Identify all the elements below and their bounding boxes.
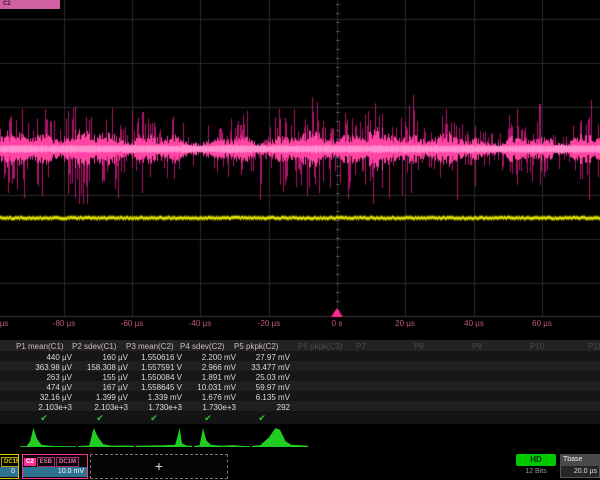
measure-value: 6.135 mV — [234, 393, 290, 402]
status-check-icon: ✔ — [180, 413, 236, 424]
measure-value: 1.730e+3 — [126, 403, 182, 412]
measure-value: 1.550084 V — [126, 373, 182, 382]
measure-value: 27.97 mV — [234, 353, 290, 362]
channel-descriptor-c1[interactable]: DC1M 0 mV — [0, 454, 19, 479]
measure-header[interactable]: P3 mean(C2) — [126, 342, 182, 351]
waveform-grid[interactable] — [0, 0, 600, 318]
status-check-icon: ✔ — [126, 413, 182, 424]
histicon[interactable] — [136, 426, 192, 448]
hd-mode-badge[interactable]: HD — [516, 454, 556, 466]
c1-coupling-badge: DC1M — [1, 457, 19, 467]
c2-eres-badge: ESB — [37, 457, 55, 467]
measure-header-unused: P8 — [414, 342, 470, 351]
c2-coupling-badge: DC1M — [56, 457, 79, 467]
axis-tick-label: -100 µs — [0, 319, 8, 328]
measure-value: 32.16 µV — [16, 393, 72, 402]
measure-value: 2.103e+3 — [72, 403, 128, 412]
add-trace-button[interactable]: + — [90, 454, 228, 479]
oscilloscope-screen: C2 -100 µs -80 µs -60 µs -40 µs -20 µs 0 s 20 … — [0, 0, 600, 480]
axis-tick-label: 60 µs — [532, 319, 552, 328]
trace-label[interactable]: C2 — [0, 0, 60, 9]
measure-value: 2.103e+3 — [16, 403, 72, 412]
measure-value: 363.98 µV — [16, 363, 72, 372]
status-check-icon: ✔ — [72, 413, 128, 424]
histicon[interactable] — [20, 426, 76, 448]
measure-value: 59.97 mV — [234, 383, 290, 392]
measure-header-unused: P10 — [530, 342, 586, 351]
measure-value: 1.399 µV — [72, 393, 128, 402]
measure-value: 1.550616 V — [126, 353, 182, 362]
measure-value: 1.730e+3 — [180, 403, 236, 412]
measure-header[interactable]: P5 pkpk(C2) — [234, 342, 290, 351]
measure-header[interactable]: P1 mean(C1) — [16, 342, 72, 351]
hd-bits-label: 12 Bits — [516, 468, 556, 475]
tbase-value: 20.0 µs — [560, 466, 600, 478]
measure-value: 10.031 mV — [180, 383, 236, 392]
measure-value: 167 µV — [72, 383, 128, 392]
measure-header-unused: P9 — [472, 342, 528, 351]
histicon[interactable] — [252, 426, 308, 448]
measure-value: 33.477 mV — [234, 363, 290, 372]
tbase-label: Tbase — [560, 454, 600, 466]
axis-tick-label: -80 µs — [53, 319, 75, 328]
histicon[interactable] — [194, 426, 250, 448]
timebase-descriptor[interactable]: Tbase 20.0 µs — [560, 454, 600, 479]
measure-header[interactable]: P2 sdev(C1) — [72, 342, 128, 351]
axis-tick-label: 40 µs — [464, 319, 484, 328]
measure-value: 1.557591 V — [126, 363, 182, 372]
status-check-icon: ✔ — [16, 413, 72, 424]
measure-value: 1.558645 V — [126, 383, 182, 392]
axis-tick-label: -20 µs — [258, 319, 280, 328]
measure-value: 474 µV — [16, 383, 72, 392]
measurement-table: P1 mean(C1) 440 µV363.98 µV263 µV474 µV32… — [0, 340, 600, 426]
measure-header[interactable]: P4 sdev(C2) — [180, 342, 236, 351]
timebase-axis: -100 µs -80 µs -60 µs -40 µs -20 µs 0 s 20 µs 4… — [0, 319, 600, 331]
measure-value: 2.200 mV — [180, 353, 236, 362]
measure-value: 158.308 µV — [72, 363, 128, 372]
measure-value: 2.966 mV — [180, 363, 236, 372]
status-check-icon: ✔ — [234, 413, 290, 424]
measure-value: 263 µV — [16, 373, 72, 382]
measure-value: 440 µV — [16, 353, 72, 362]
c1-vdiv: 0 mV — [0, 467, 18, 477]
axis-tick-label: 0 s — [332, 319, 343, 328]
measure-value: 25.03 mV — [234, 373, 290, 382]
measure-value: 1.891 mV — [180, 373, 236, 382]
histicon[interactable] — [78, 426, 134, 448]
measure-value: 160 µV — [72, 353, 128, 362]
measure-value: 1.339 mV — [126, 393, 182, 402]
plus-icon: + — [155, 458, 163, 474]
measure-value: 155 µV — [72, 373, 128, 382]
measure-header-unused: P7 — [356, 342, 412, 351]
measure-header-unused: P11 — [588, 342, 600, 351]
channel-descriptor-c2[interactable]: C2 ESB DC1M 10.0 mV — [22, 454, 88, 479]
axis-tick-label: -40 µs — [189, 319, 211, 328]
measure-value: 1.676 mV — [180, 393, 236, 402]
c2-label: C2 — [24, 458, 36, 466]
histicon-row — [0, 426, 600, 450]
c2-vdiv: 10.0 mV — [23, 467, 87, 477]
axis-tick-label: 20 µs — [395, 319, 415, 328]
axis-tick-label: -60 µs — [121, 319, 143, 328]
measure-header-unused: P6 pkpk(C3) — [298, 342, 354, 351]
measure-value: 292 — [234, 403, 290, 412]
